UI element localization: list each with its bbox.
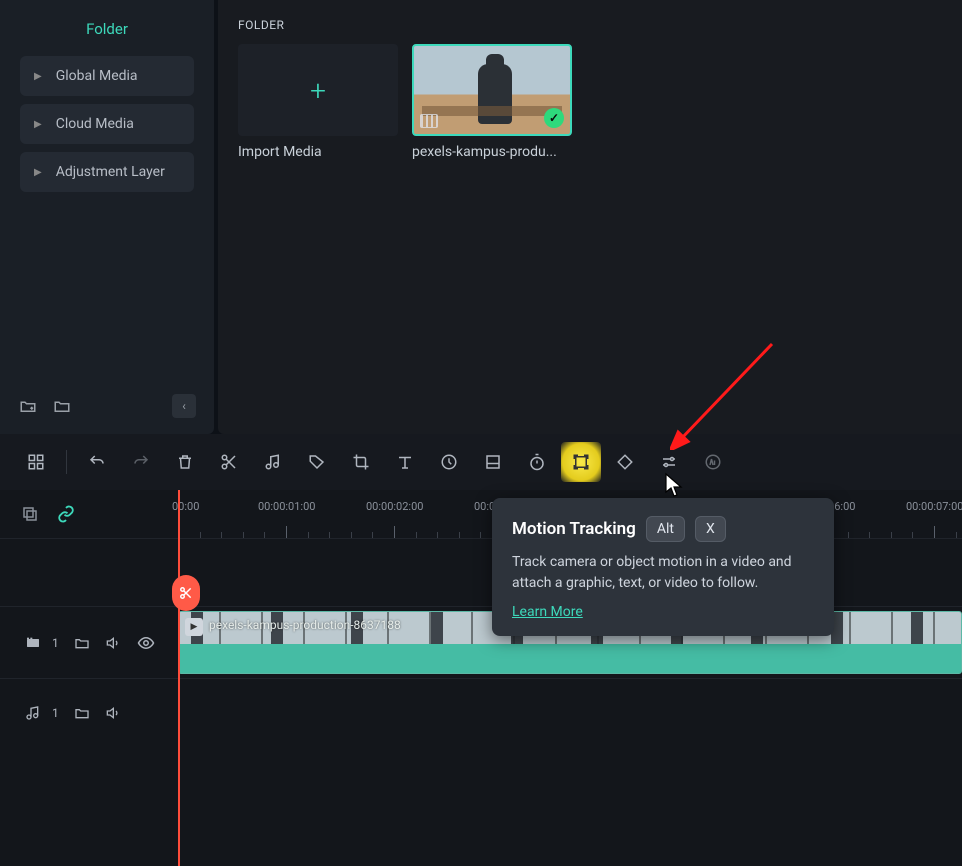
media-panel: FOLDER + Import Media ✓ pexels-kampus-pr…	[218, 0, 962, 434]
sidebar-item-label: Adjustment Layer	[56, 164, 165, 180]
speed-button[interactable]	[429, 442, 469, 482]
track-visibility-icon[interactable]	[137, 634, 155, 652]
check-icon: ✓	[544, 108, 564, 128]
expand-icon: ▶	[34, 119, 42, 130]
timecode-label: 00:00	[172, 500, 199, 513]
expand-icon: ▶	[34, 71, 42, 82]
sidebar: Folder ▶ Global Media ▶ Cloud Media ▶ Ad…	[0, 0, 214, 434]
adjust-button[interactable]	[649, 442, 689, 482]
text-button[interactable]	[385, 442, 425, 482]
crop-button[interactable]	[341, 442, 381, 482]
color-button[interactable]	[473, 442, 513, 482]
video-track-index: 1	[52, 636, 59, 650]
link-icon[interactable]	[56, 504, 76, 524]
tooltip-body: Track camera or object motion in a video…	[512, 552, 814, 594]
sidebar-item-cloud-media[interactable]: ▶ Cloud Media	[20, 104, 194, 144]
audio-track-index: 1	[52, 706, 59, 720]
sidebar-title: Folder	[0, 10, 214, 52]
plus-icon: +	[310, 74, 326, 107]
tooltip-key-alt: Alt	[646, 516, 685, 542]
folder-icon[interactable]	[52, 396, 72, 416]
timecode-label: 00:00:07:00	[906, 500, 962, 513]
section-label: FOLDER	[238, 18, 942, 32]
grid-icon[interactable]	[16, 442, 56, 482]
layers-icon[interactable]	[20, 504, 40, 524]
import-media-button[interactable]: +	[238, 44, 398, 136]
import-media-label: Import Media	[238, 144, 398, 160]
timecode-label: 00:00:02:00	[366, 500, 423, 513]
audio-track-icon	[24, 704, 42, 722]
new-folder-icon[interactable]	[18, 396, 38, 416]
sidebar-item-label: Cloud Media	[56, 116, 134, 132]
stopwatch-button[interactable]	[517, 442, 557, 482]
collapse-sidebar-button[interactable]: ‹	[172, 394, 196, 418]
tooltip-title: Motion Tracking	[512, 519, 636, 539]
clip-play-icon: ▶	[185, 618, 203, 636]
sidebar-item-label: Global Media	[56, 68, 138, 84]
media-clip-name: pexels-kampus-produ...	[412, 144, 572, 160]
track-folder-icon[interactable]	[73, 634, 91, 652]
media-clip-thumbnail[interactable]: ✓	[412, 44, 572, 136]
track-folder-icon[interactable]	[73, 704, 91, 722]
sidebar-item-global-media[interactable]: ▶ Global Media	[20, 56, 194, 96]
undo-button[interactable]	[77, 442, 117, 482]
timeline-toolbar	[0, 434, 962, 490]
redo-button[interactable]	[121, 442, 161, 482]
track-mute-icon[interactable]	[105, 704, 123, 722]
film-icon	[420, 114, 438, 128]
motion-tracking-tooltip: Motion Tracking Alt X Track camera or ob…	[492, 498, 834, 636]
motion-tracking-button[interactable]	[561, 442, 601, 482]
sidebar-bottom-bar: ‹	[0, 388, 214, 424]
tag-button[interactable]	[297, 442, 337, 482]
split-button[interactable]	[209, 442, 249, 482]
playhead[interactable]	[178, 490, 180, 866]
track-mute-icon[interactable]	[105, 634, 123, 652]
expand-icon: ▶	[34, 167, 42, 178]
tooltip-learn-more-link[interactable]: Learn More	[512, 604, 583, 620]
tooltip-key-x: X	[695, 516, 726, 542]
ai-button[interactable]	[693, 442, 733, 482]
clip-label: pexels-kampus-production-8637188	[209, 618, 401, 632]
audio-detach-button[interactable]	[253, 442, 293, 482]
sidebar-item-adjustment-layer[interactable]: ▶ Adjustment Layer	[20, 152, 194, 192]
timecode-label: 00:00:01:00	[258, 500, 315, 513]
video-track-icon	[24, 634, 42, 652]
audio-track: 1	[0, 678, 962, 746]
playhead-handle[interactable]	[172, 575, 200, 611]
delete-button[interactable]	[165, 442, 205, 482]
keyframe-button[interactable]	[605, 442, 645, 482]
